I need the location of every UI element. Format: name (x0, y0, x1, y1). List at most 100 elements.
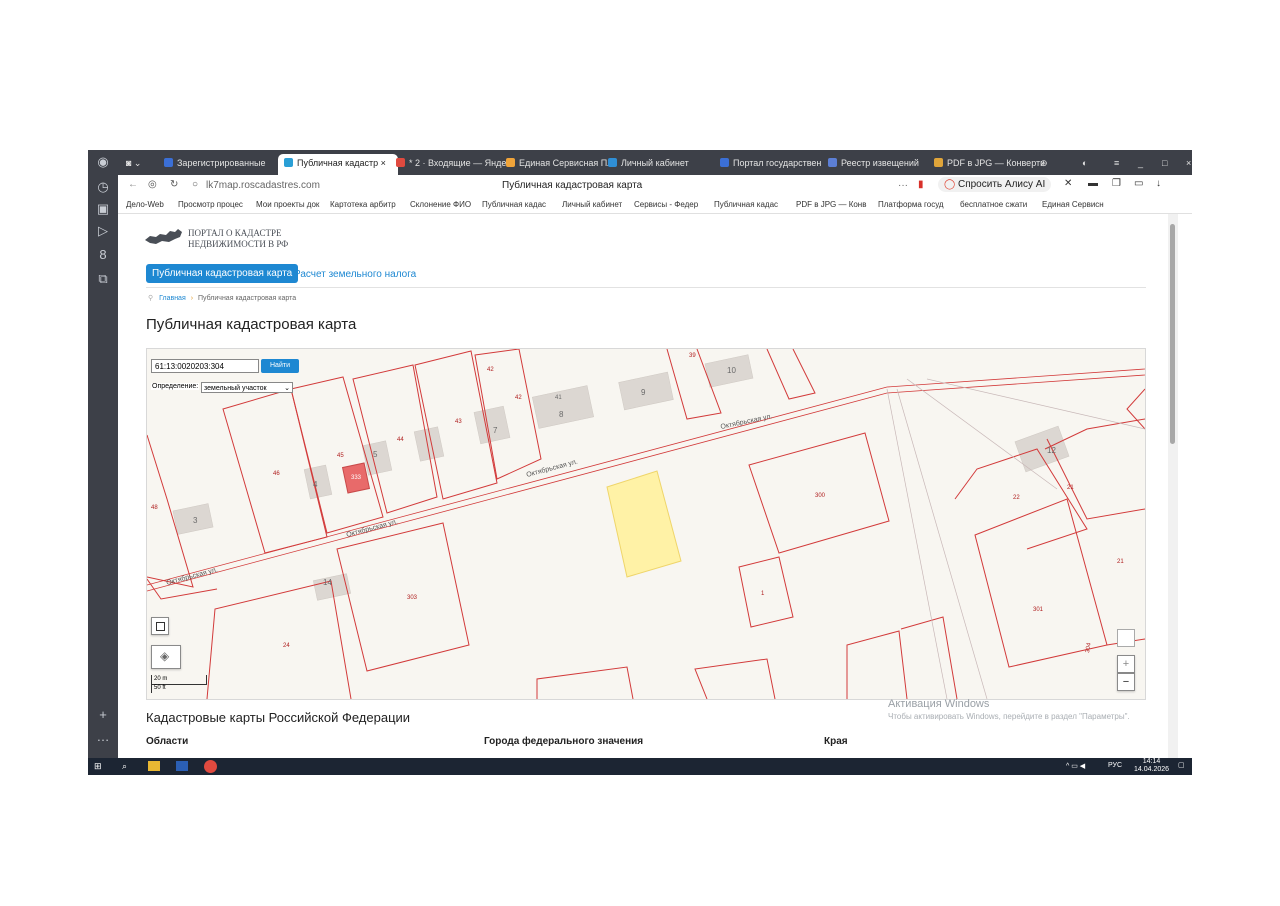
tab-label: Зарегистрированные (177, 158, 266, 168)
extension-tray-icon[interactable]: ▭ (1134, 178, 1143, 189)
tab-4[interactable]: Личный кабинет (602, 154, 714, 172)
tray-language[interactable]: РУС (1108, 762, 1122, 769)
profile-icon[interactable]: ◉ (94, 153, 112, 171)
taskbar-search-icon[interactable]: ⌕ (122, 761, 127, 772)
parcel-num-21: 301 (1033, 607, 1044, 613)
extension-hat-icon[interactable]: ▬ (1088, 178, 1098, 189)
building-num-26: 333 (351, 475, 362, 481)
yandex-browser-icon[interactable] (204, 760, 217, 773)
tab-3[interactable]: Единая Сервисная Пл (500, 154, 612, 172)
new-tab-button[interactable]: ⊕ (1034, 154, 1062, 172)
logo-line1: ПОРТАЛ О КАДАСТРЕ (188, 228, 282, 238)
tab-5[interactable]: Портал государствен (714, 154, 830, 172)
scale-tick-right (206, 675, 207, 684)
more-icon[interactable]: … (94, 728, 112, 746)
breadcrumb-home[interactable]: Главная (159, 295, 186, 302)
close-window-icon[interactable]: × (1180, 154, 1192, 172)
scrollbar-thumb[interactable] (1170, 224, 1175, 444)
tab-2[interactable]: * 2 · Входящие — Янде (390, 154, 510, 172)
extension-icon[interactable]: 8 (94, 246, 112, 264)
tab-7-icon (934, 158, 943, 167)
site-logo[interactable]: ПОРТАЛ О КАДАСТРЕ НЕДВИЖИМОСТИ В РФ (188, 228, 288, 250)
parcel-num-28: 304 (1085, 642, 1093, 654)
selected-parcel[interactable] (606, 470, 682, 578)
more-dots-icon[interactable]: ··· (898, 180, 908, 191)
street-label-2: Октябрьская ул. (525, 458, 578, 479)
bookmark-7[interactable]: Сервисы - Федер (634, 200, 698, 209)
bookmark-12[interactable]: Единая Сервисн (1042, 200, 1104, 209)
extension-book-icon[interactable]: ❐ (1112, 178, 1121, 189)
pin-icon: ⚲ (148, 295, 154, 302)
bookmark-8[interactable]: Публичная кадас (714, 200, 778, 209)
zoom-in-button[interactable]: + (1117, 655, 1135, 673)
ask-alice-label: Спросить Алису AI (957, 179, 1046, 190)
nav-tab-cadastral-map[interactable]: Публичная кадастровая карта (146, 264, 299, 283)
menu-icon[interactable]: ≡ (1108, 154, 1134, 172)
nav-divider (146, 287, 1146, 288)
bookmark-4[interactable]: Склонение ФИО (410, 200, 471, 209)
bookmark-0[interactable]: Дело-Web (126, 200, 164, 209)
lock-icon: ○ (192, 179, 199, 190)
layers-button[interactable]: ◈ (151, 645, 181, 669)
tab-1-active[interactable]: Публичная кадастр × (278, 154, 398, 175)
nav-tab-land-tax[interactable]: Расчет земельного налога (294, 269, 416, 280)
bookmark-6[interactable]: Личный кабинет (562, 200, 622, 209)
map-option-button[interactable] (1117, 629, 1135, 647)
alice-icon[interactable]: ◐ (1076, 154, 1104, 172)
street-label-3: Октябрьская ул. (720, 412, 773, 431)
page-heading: Публичная кадастровая карта (146, 316, 357, 333)
building-num-12: 4 (313, 480, 318, 489)
page-scrollbar[interactable] (1168, 214, 1178, 758)
extension-x-icon[interactable]: ✕ (1064, 178, 1072, 189)
square-icon (156, 622, 165, 631)
screenshot: ◉ ◷ ▣ ▷ 8 ⧉ + … ◙ ⌄ Зарегистрированные П… (88, 150, 1192, 775)
maximize-icon[interactable]: □ (1156, 154, 1182, 172)
history-icon[interactable]: ◷ (94, 178, 112, 196)
bookmark-1[interactable]: Просмотр процес (178, 200, 243, 209)
minimize-icon[interactable]: _ (1132, 154, 1158, 172)
downloads-icon[interactable]: ↓ (1156, 178, 1161, 189)
reload-icon[interactable]: ↻ (170, 179, 178, 190)
ask-alice-button[interactable]: ◯ Спросить Алису AI (938, 177, 1052, 192)
zoom-out-button[interactable]: − (1117, 673, 1135, 691)
file-explorer-icon[interactable] (148, 761, 160, 771)
bookmark-icon[interactable]: ▮ (918, 179, 924, 190)
bookmark-10[interactable]: Платформа госуд (878, 200, 944, 209)
notification-icon[interactable]: ▢ (1178, 761, 1185, 769)
tab-0[interactable]: Зарегистрированные (158, 154, 290, 172)
tray-icons[interactable]: ^ ▭ ◀ (1066, 762, 1085, 770)
tab-6[interactable]: Реестр извещений (822, 154, 930, 172)
panel-icon[interactable]: ⧉ (94, 270, 112, 288)
collections-icon[interactable]: ▣ (94, 200, 112, 218)
breadcrumb: ⚲ Главная › Публичная кадастровая карта (148, 294, 296, 302)
parcel-num-19: 21 (1067, 485, 1074, 491)
cadastral-map[interactable]: Октябрьская ул. Октябрьская ул. Октябрьс… (146, 348, 1146, 700)
bookmark-2[interactable]: Мои проекты док (256, 200, 319, 209)
chevron-down-icon: ⌄ (284, 385, 290, 392)
map-canvas[interactable]: Октябрьская ул. Октябрьская ул. Октябрьс… (147, 349, 1145, 699)
fullscreen-button[interactable] (151, 617, 169, 635)
url-field[interactable]: lk7map.roscadastres.com (206, 180, 320, 191)
street-labels: Октябрьская ул. Октябрьская ул. Октябрьс… (165, 412, 773, 587)
cadastral-number-input[interactable]: 61:13:0020203:304 (151, 359, 259, 373)
tray-clock[interactable]: 14:14 14.04.2026 (1134, 758, 1169, 774)
add-panel-icon[interactable]: + (94, 706, 112, 724)
shield-icon[interactable]: ◎ (148, 179, 157, 190)
bookmark-5[interactable]: Публичная кадас (482, 200, 546, 209)
scale-tick-left (151, 675, 152, 693)
play-icon[interactable]: ▷ (94, 222, 112, 240)
bookmark-3[interactable]: Картотека арбитр (330, 200, 396, 209)
scale-bar: 20 m 50 ft (151, 675, 207, 695)
word-icon[interactable] (176, 761, 188, 771)
tray-date: 14.04.2026 (1134, 766, 1170, 773)
federal-cities-column: Города федерального значения (484, 736, 644, 747)
definition-select[interactable]: земельный участок ⌄ (201, 382, 293, 393)
find-button[interactable]: Найти (261, 359, 299, 373)
definition-select-value: земельный участок (204, 385, 267, 392)
bookmark-11[interactable]: бесплатное сжати (960, 200, 1027, 209)
bookmark-9[interactable]: PDF в JPG — Конв (796, 200, 866, 209)
cadastral-maps-heading: Кадастровые карты Российской Федерации (146, 710, 411, 725)
tab-7[interactable]: PDF в JPG — Конверти (928, 154, 1044, 172)
windows-start-icon[interactable]: ⊞ (94, 761, 102, 772)
back-icon[interactable]: ← (128, 179, 138, 190)
